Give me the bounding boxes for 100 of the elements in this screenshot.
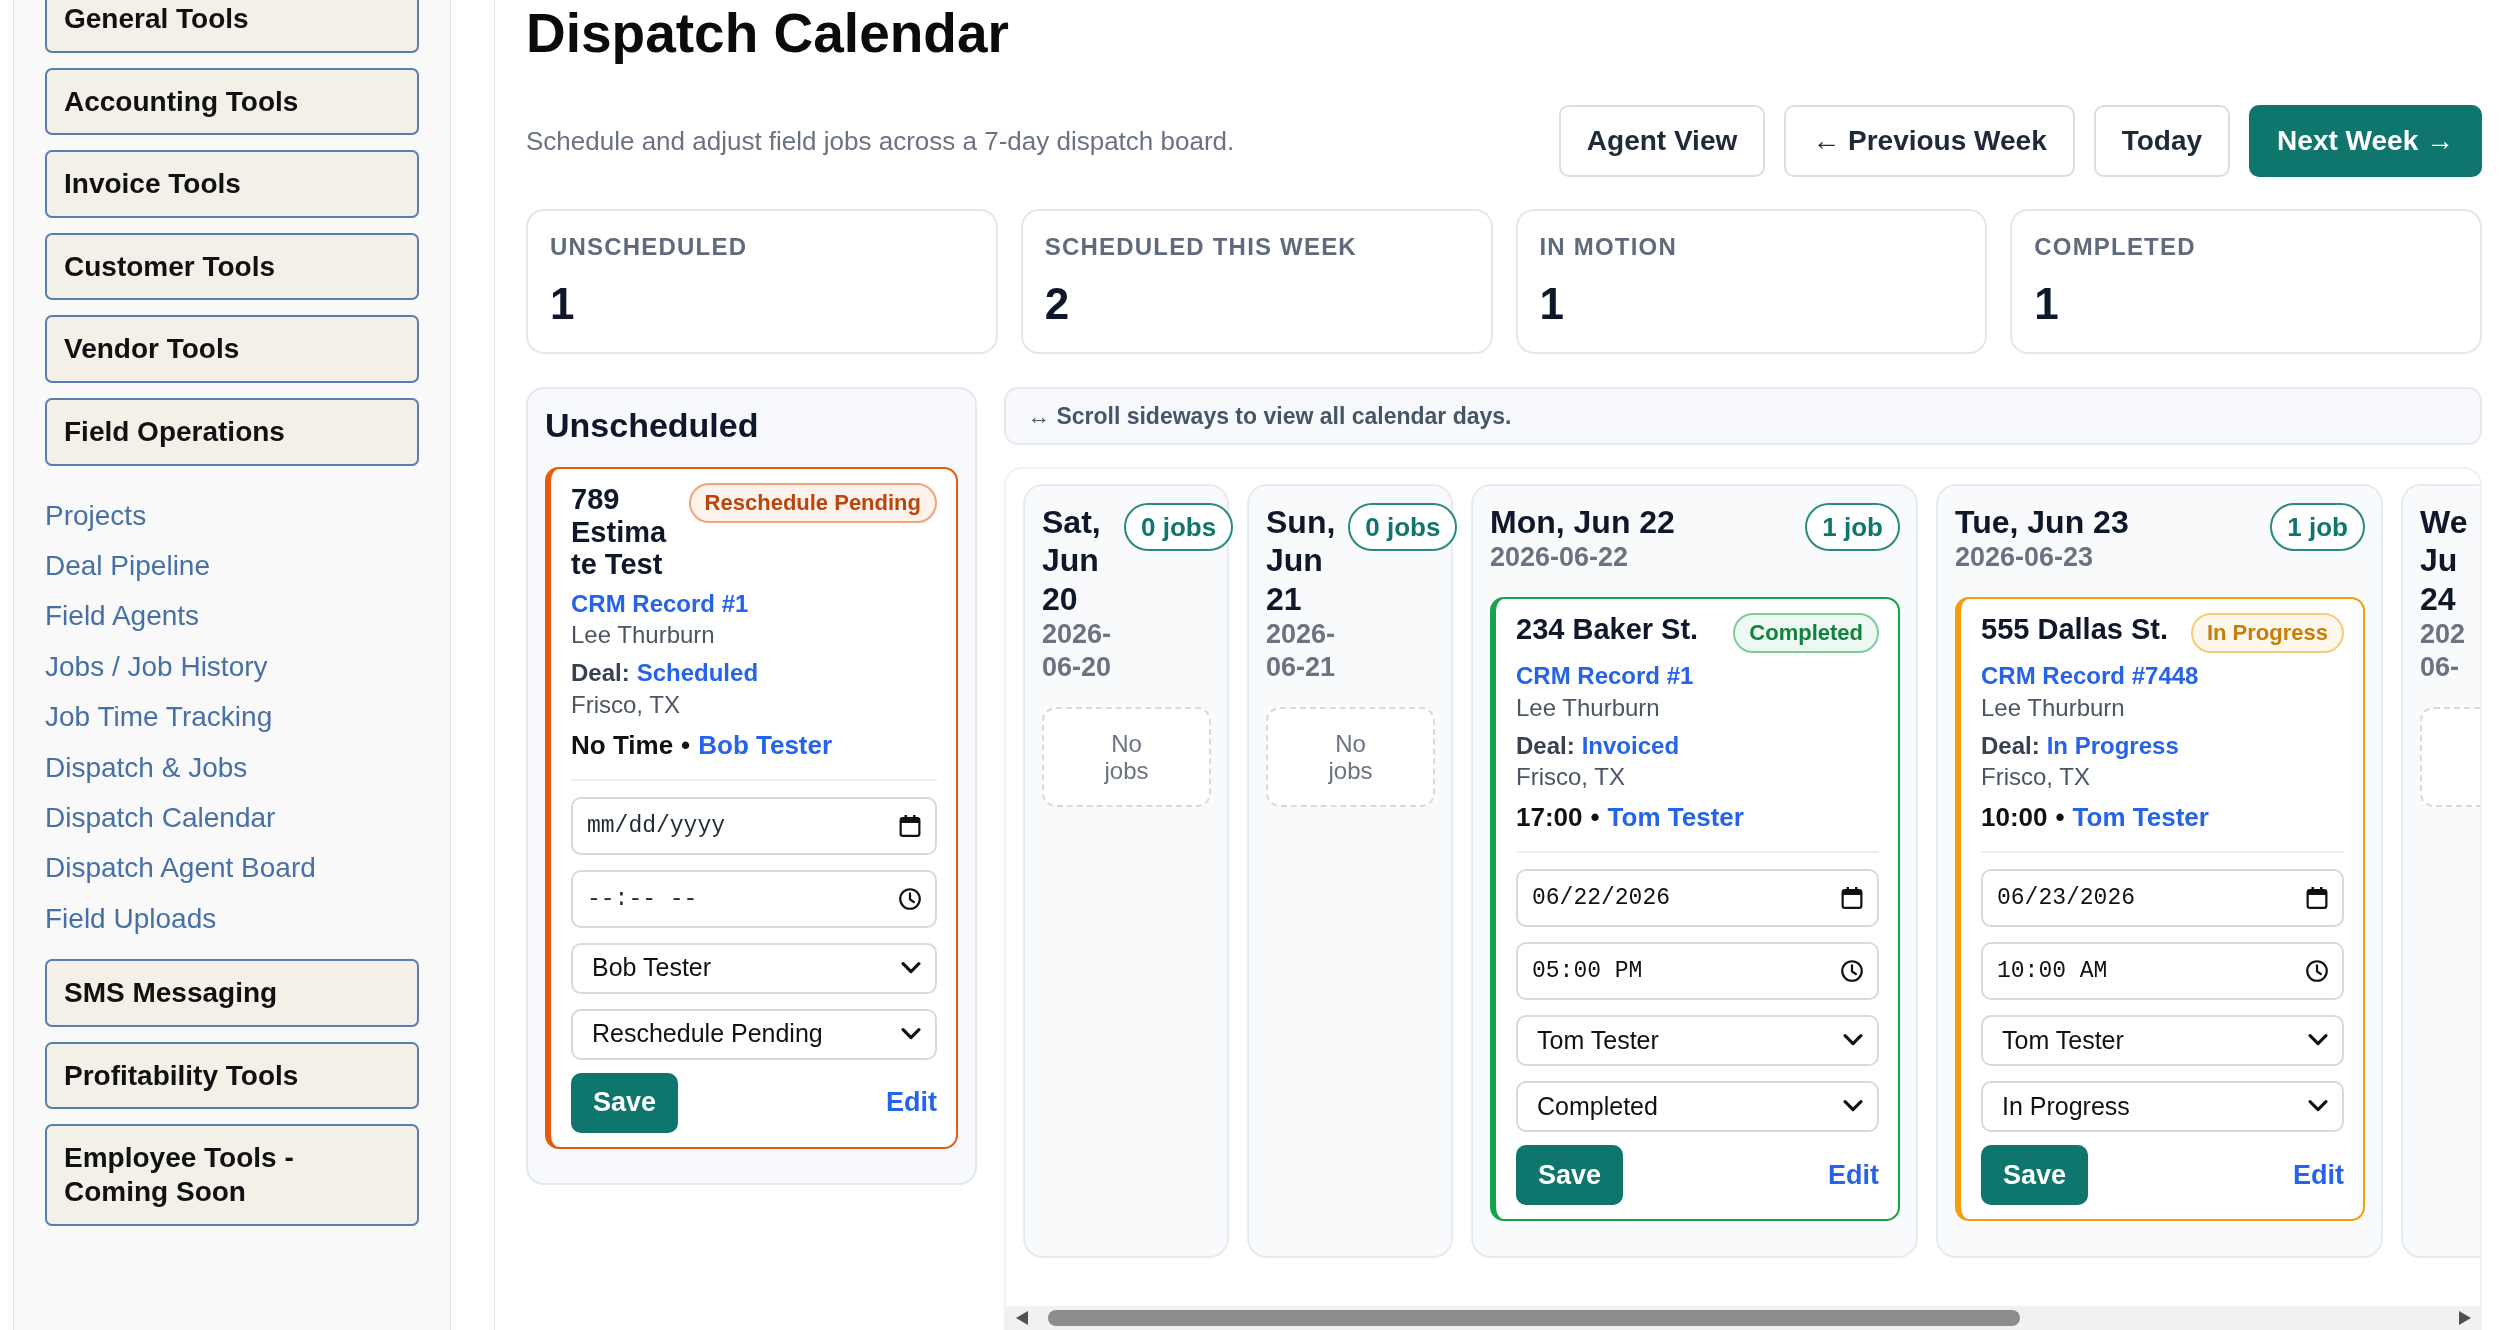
clock-icon[interactable] xyxy=(2306,959,2328,982)
sidebar-section-button[interactable]: Customer Tools xyxy=(45,232,419,301)
day-date: 2026-06-21 xyxy=(1266,618,1336,683)
edit-link[interactable]: Edit xyxy=(886,1082,937,1123)
edit-link[interactable]: Edit xyxy=(2293,1154,2344,1196)
agent-select[interactable]: Bob Tester xyxy=(571,942,937,994)
toolbar-button[interactable]: Today xyxy=(2093,105,2231,177)
sidebar-section-button[interactable]: Vendor Tools xyxy=(45,315,419,383)
agent-link[interactable]: Bob Tester xyxy=(698,729,833,760)
job-title: 555 Dallas St. xyxy=(1981,612,2169,646)
clock-icon[interactable] xyxy=(1841,959,1863,982)
job-title: 789 Estimate Test xyxy=(571,482,668,582)
customer-name: Lee Thurburn xyxy=(1981,692,2126,723)
job-location: Frisco, TX xyxy=(1516,761,1626,792)
bullet-separator: • xyxy=(2055,802,2065,833)
agent-link[interactable]: Tom Tester xyxy=(2072,802,2209,833)
clock-icon[interactable] xyxy=(899,887,921,910)
scroll-right-arrow-icon[interactable] xyxy=(2459,1311,2471,1325)
panel-heading: Unscheduled xyxy=(545,405,760,446)
record-link[interactable]: CRM Record #1 xyxy=(571,588,937,620)
status-select[interactable]: Completed xyxy=(1516,1080,1879,1132)
stat-label: COMPLETED xyxy=(2034,233,2197,262)
time-field[interactable]: 10:00 AM xyxy=(1981,941,2344,1000)
scroll-hint: ↔ Scroll sideways to view all calendar days. xyxy=(1004,387,2482,445)
calendar-icon[interactable] xyxy=(899,814,921,837)
day-title: Sun, Jun 21 xyxy=(1266,503,1336,619)
deal-label: Deal: xyxy=(1981,731,2040,759)
sidebar-link[interactable]: Field Uploads xyxy=(45,893,217,945)
toolbar-button[interactable]: Next Week → xyxy=(2249,105,2482,177)
sidebar-link[interactable]: Deal Pipeline xyxy=(45,540,210,592)
sidebar-section-button[interactable]: Accounting Tools xyxy=(45,67,419,136)
time-field[interactable]: --:-- -- xyxy=(571,869,937,928)
day-title: Tue, Jun 23 xyxy=(1955,503,2129,542)
sidebar-section-button[interactable]: Field Operations xyxy=(45,397,419,466)
sidebar-link[interactable]: Dispatch Agent Board xyxy=(45,843,316,894)
stat-label: UNSCHEDULED xyxy=(550,233,749,262)
scroll-left-arrow-icon[interactable] xyxy=(1016,1311,1028,1325)
agent-select[interactable]: Tom Tester xyxy=(1981,1014,2344,1066)
deal-status-link[interactable]: Invoiced xyxy=(1581,731,1680,759)
chevron-down-icon xyxy=(1843,1100,1863,1113)
date-field[interactable]: 06/22/2026 xyxy=(1516,868,1879,927)
customer-name: Lee Thurburn xyxy=(571,620,716,651)
date-field[interactable]: 06/23/2026 xyxy=(1981,868,2344,927)
date-field[interactable]: mm/dd/yyyy xyxy=(571,796,937,855)
edit-link[interactable]: Edit xyxy=(1828,1154,1879,1196)
stat-label: SCHEDULED THIS WEEK xyxy=(1044,233,1358,262)
job-count-badge: 1 job xyxy=(2270,503,2365,551)
scheduled-time: 10:00 xyxy=(1981,802,2048,833)
status-select[interactable]: In Progress xyxy=(1981,1080,2344,1132)
stat-value: 1 xyxy=(550,277,576,330)
sidebar-link[interactable]: Projects xyxy=(45,490,147,541)
chevron-down-icon xyxy=(901,1028,921,1041)
sidebar-section-button[interactable]: Employee Tools - Coming Soon xyxy=(45,1124,419,1226)
job-count-badge: 0 jobs xyxy=(1348,503,1458,551)
sidebar-link[interactable]: Dispatch Calendar xyxy=(45,793,276,844)
chevron-down-icon xyxy=(1843,1034,1863,1047)
chevron-down-icon xyxy=(2308,1034,2328,1047)
deal-status-link[interactable]: Scheduled xyxy=(636,659,759,687)
record-link[interactable]: CRM Record #1 xyxy=(1516,660,1879,692)
sidebar-link[interactable]: Jobs / Job History xyxy=(45,641,268,693)
time-field[interactable]: 05:00 PM xyxy=(1516,941,1879,1000)
stat-value: 1 xyxy=(2034,277,2060,330)
day-date: 2026-06-20 xyxy=(1042,618,1112,683)
day-title: Sat, Jun 20 xyxy=(1042,503,1102,619)
bullet-separator: • xyxy=(681,729,691,760)
job-drop-zone[interactable]: No jobs xyxy=(1042,706,1211,807)
stat-value: 1 xyxy=(1539,277,1565,330)
sidebar-link[interactable]: Dispatch & Jobs xyxy=(45,742,248,793)
bullet-separator: • xyxy=(1590,802,1600,833)
scheduled-time: 17:00 xyxy=(1516,802,1583,833)
record-link[interactable]: CRM Record #7448 xyxy=(1981,660,2344,692)
save-button[interactable]: Save xyxy=(1981,1144,2089,1205)
deal-status-link[interactable]: In Progress xyxy=(2046,731,2179,759)
sidebar-section-button[interactable]: Invoice Tools xyxy=(45,150,419,218)
agent-link[interactable]: Tom Tester xyxy=(1607,802,1744,833)
sidebar-section-button[interactable]: General Tools xyxy=(45,0,419,53)
page-title: Dispatch Calendar xyxy=(526,1,1010,66)
job-count-badge: 1 job xyxy=(1805,503,1900,551)
deal-label: Deal: xyxy=(571,659,630,687)
job-count-badge: 0 jobs xyxy=(1124,503,1234,551)
save-button[interactable]: Save xyxy=(571,1072,679,1133)
status-select[interactable]: Reschedule Pending xyxy=(571,1008,937,1060)
chevron-down-icon xyxy=(2308,1100,2328,1113)
sidebar-section-button[interactable]: SMS Messaging xyxy=(45,959,419,1027)
save-button[interactable]: Save xyxy=(1516,1144,1624,1205)
job-location: Frisco, TX xyxy=(571,689,681,720)
day-date: 2026-06-22 xyxy=(1490,541,1630,574)
day-date: 202 06- xyxy=(2420,618,2467,683)
scrollbar-thumb[interactable] xyxy=(1048,1310,2020,1326)
toolbar-button[interactable]: Agent View xyxy=(1558,105,1766,177)
status-badge: Completed xyxy=(1733,612,1879,654)
sidebar-link[interactable]: Job Time Tracking xyxy=(45,692,273,743)
job-drop-zone[interactable]: No jobs xyxy=(1266,706,1435,807)
sidebar-link[interactable]: Field Agents xyxy=(45,591,200,642)
sidebar-section-button[interactable]: Profitability Tools xyxy=(45,1041,419,1110)
day-title: Mon, Jun 22 xyxy=(1490,503,1675,542)
toolbar-button[interactable]: ← Previous Week xyxy=(1784,105,2075,177)
agent-select[interactable]: Tom Tester xyxy=(1516,1014,1879,1066)
calendar-icon[interactable] xyxy=(2306,886,2328,909)
calendar-icon[interactable] xyxy=(1841,886,1863,909)
